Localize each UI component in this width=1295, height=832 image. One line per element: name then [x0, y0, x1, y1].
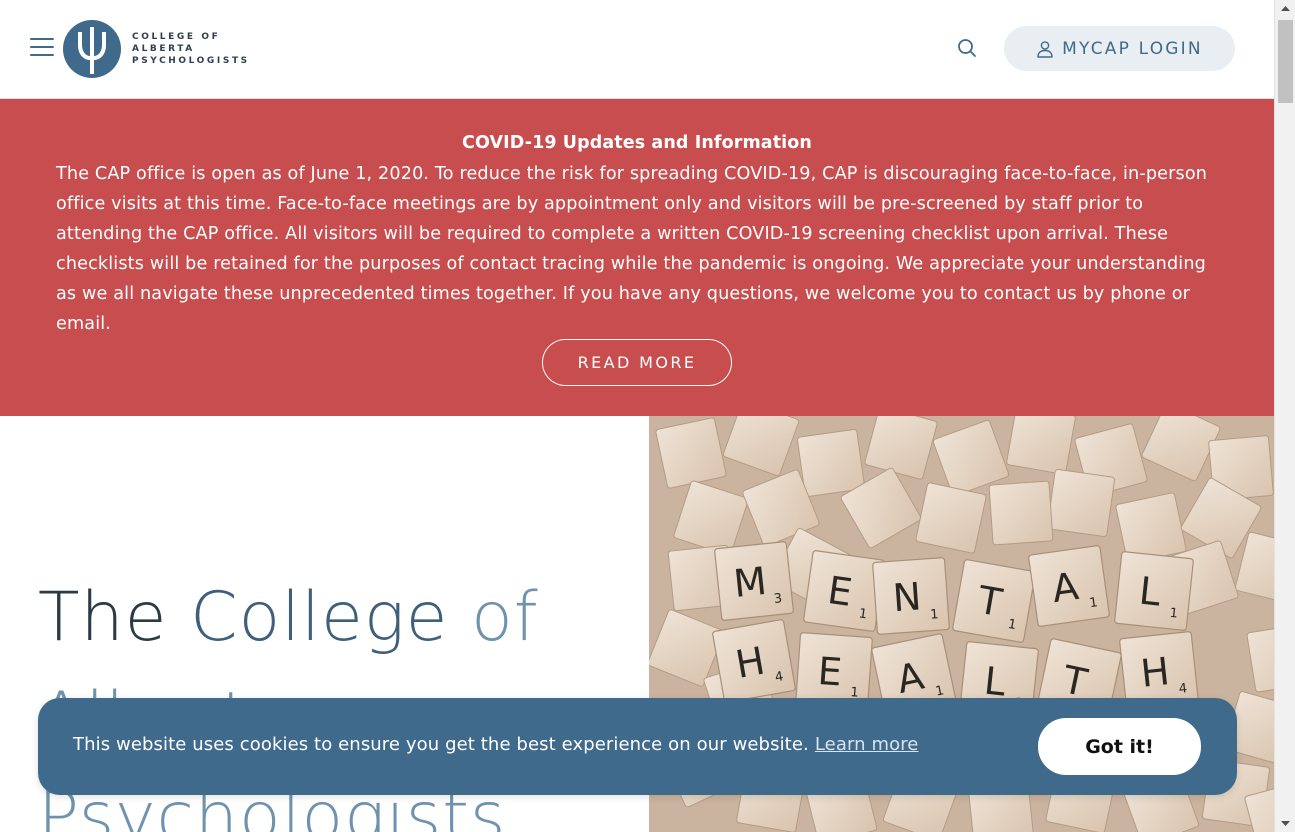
letter-tile: H4	[712, 619, 796, 703]
psi-logo-icon	[63, 20, 121, 78]
logo-text: COLLEGE OF ALBERTA PSYCHOLOGISTS	[132, 31, 250, 67]
banner-title: COVID-19 Updates and Information	[462, 133, 812, 153]
tile-letter: M	[732, 559, 769, 606]
letter-tile: E1	[803, 550, 885, 632]
page: COLLEGE OF ALBERTA PSYCHOLOGISTS MYCAP L…	[0, 0, 1295, 832]
tile-value: 1	[1169, 606, 1179, 622]
tile-letter: N	[891, 574, 922, 620]
learn-more-link[interactable]: Learn more	[815, 734, 919, 755]
letter-tile: T1	[952, 559, 1036, 643]
letter-tile: A1	[1028, 545, 1110, 627]
logo-line-2: ALBERTA	[132, 44, 195, 54]
covid-banner: COVID-19 Updates and Information The CAP…	[0, 99, 1274, 416]
site-logo[interactable]: COLLEGE OF ALBERTA PSYCHOLOGISTS	[62, 19, 250, 79]
scroll-down-arrow-icon[interactable]	[1275, 814, 1295, 832]
hero-word: College	[190, 578, 449, 657]
tile-value: 4	[1178, 681, 1188, 697]
hero-word: The	[38, 578, 168, 657]
blank-tile	[1006, 416, 1076, 475]
tile-value: 1	[930, 607, 939, 623]
letter-tile: N1	[872, 557, 950, 635]
blank-tile	[915, 482, 987, 554]
cookie-message: This website uses cookies to ensure you …	[73, 734, 918, 755]
search-icon[interactable]	[955, 36, 979, 60]
hero-word: of	[471, 578, 539, 657]
user-icon	[1037, 40, 1053, 58]
hamburger-menu-icon[interactable]	[30, 36, 54, 58]
mycap-login-button[interactable]: MYCAP LOGIN	[1004, 26, 1235, 71]
banner-text: The CAP office is open as of June 1, 202…	[56, 164, 1208, 334]
tile-letter: E	[816, 649, 843, 695]
site-header: COLLEGE OF ALBERTA PSYCHOLOGISTS MYCAP L…	[0, 0, 1274, 99]
blank-tile	[655, 417, 727, 489]
blank-tile	[797, 429, 865, 497]
scroll-up-arrow-icon[interactable]	[1275, 0, 1295, 18]
cookie-message-text: This website uses cookies to ensure you …	[73, 734, 809, 755]
logo-line-1: COLLEGE OF	[132, 32, 221, 42]
vertical-scrollbar[interactable]	[1274, 0, 1295, 832]
letter-tile: L1	[1114, 551, 1194, 631]
scrollbar-thumb[interactable]	[1278, 20, 1293, 103]
tile-value: 3	[773, 591, 783, 607]
cookie-consent-bar: This website uses cookies to ensure you …	[38, 698, 1237, 795]
logo-line-3: PSYCHOLOGISTS	[132, 56, 250, 66]
blank-tile	[988, 480, 1054, 546]
login-label: MYCAP LOGIN	[1062, 38, 1203, 59]
tile-letter: H	[1139, 649, 1172, 696]
letter-tile: M3	[714, 541, 794, 621]
cookie-accept-button[interactable]: Got it!	[1038, 718, 1201, 775]
read-more-button[interactable]: READ MORE	[542, 339, 732, 386]
blank-tile	[1047, 469, 1115, 537]
